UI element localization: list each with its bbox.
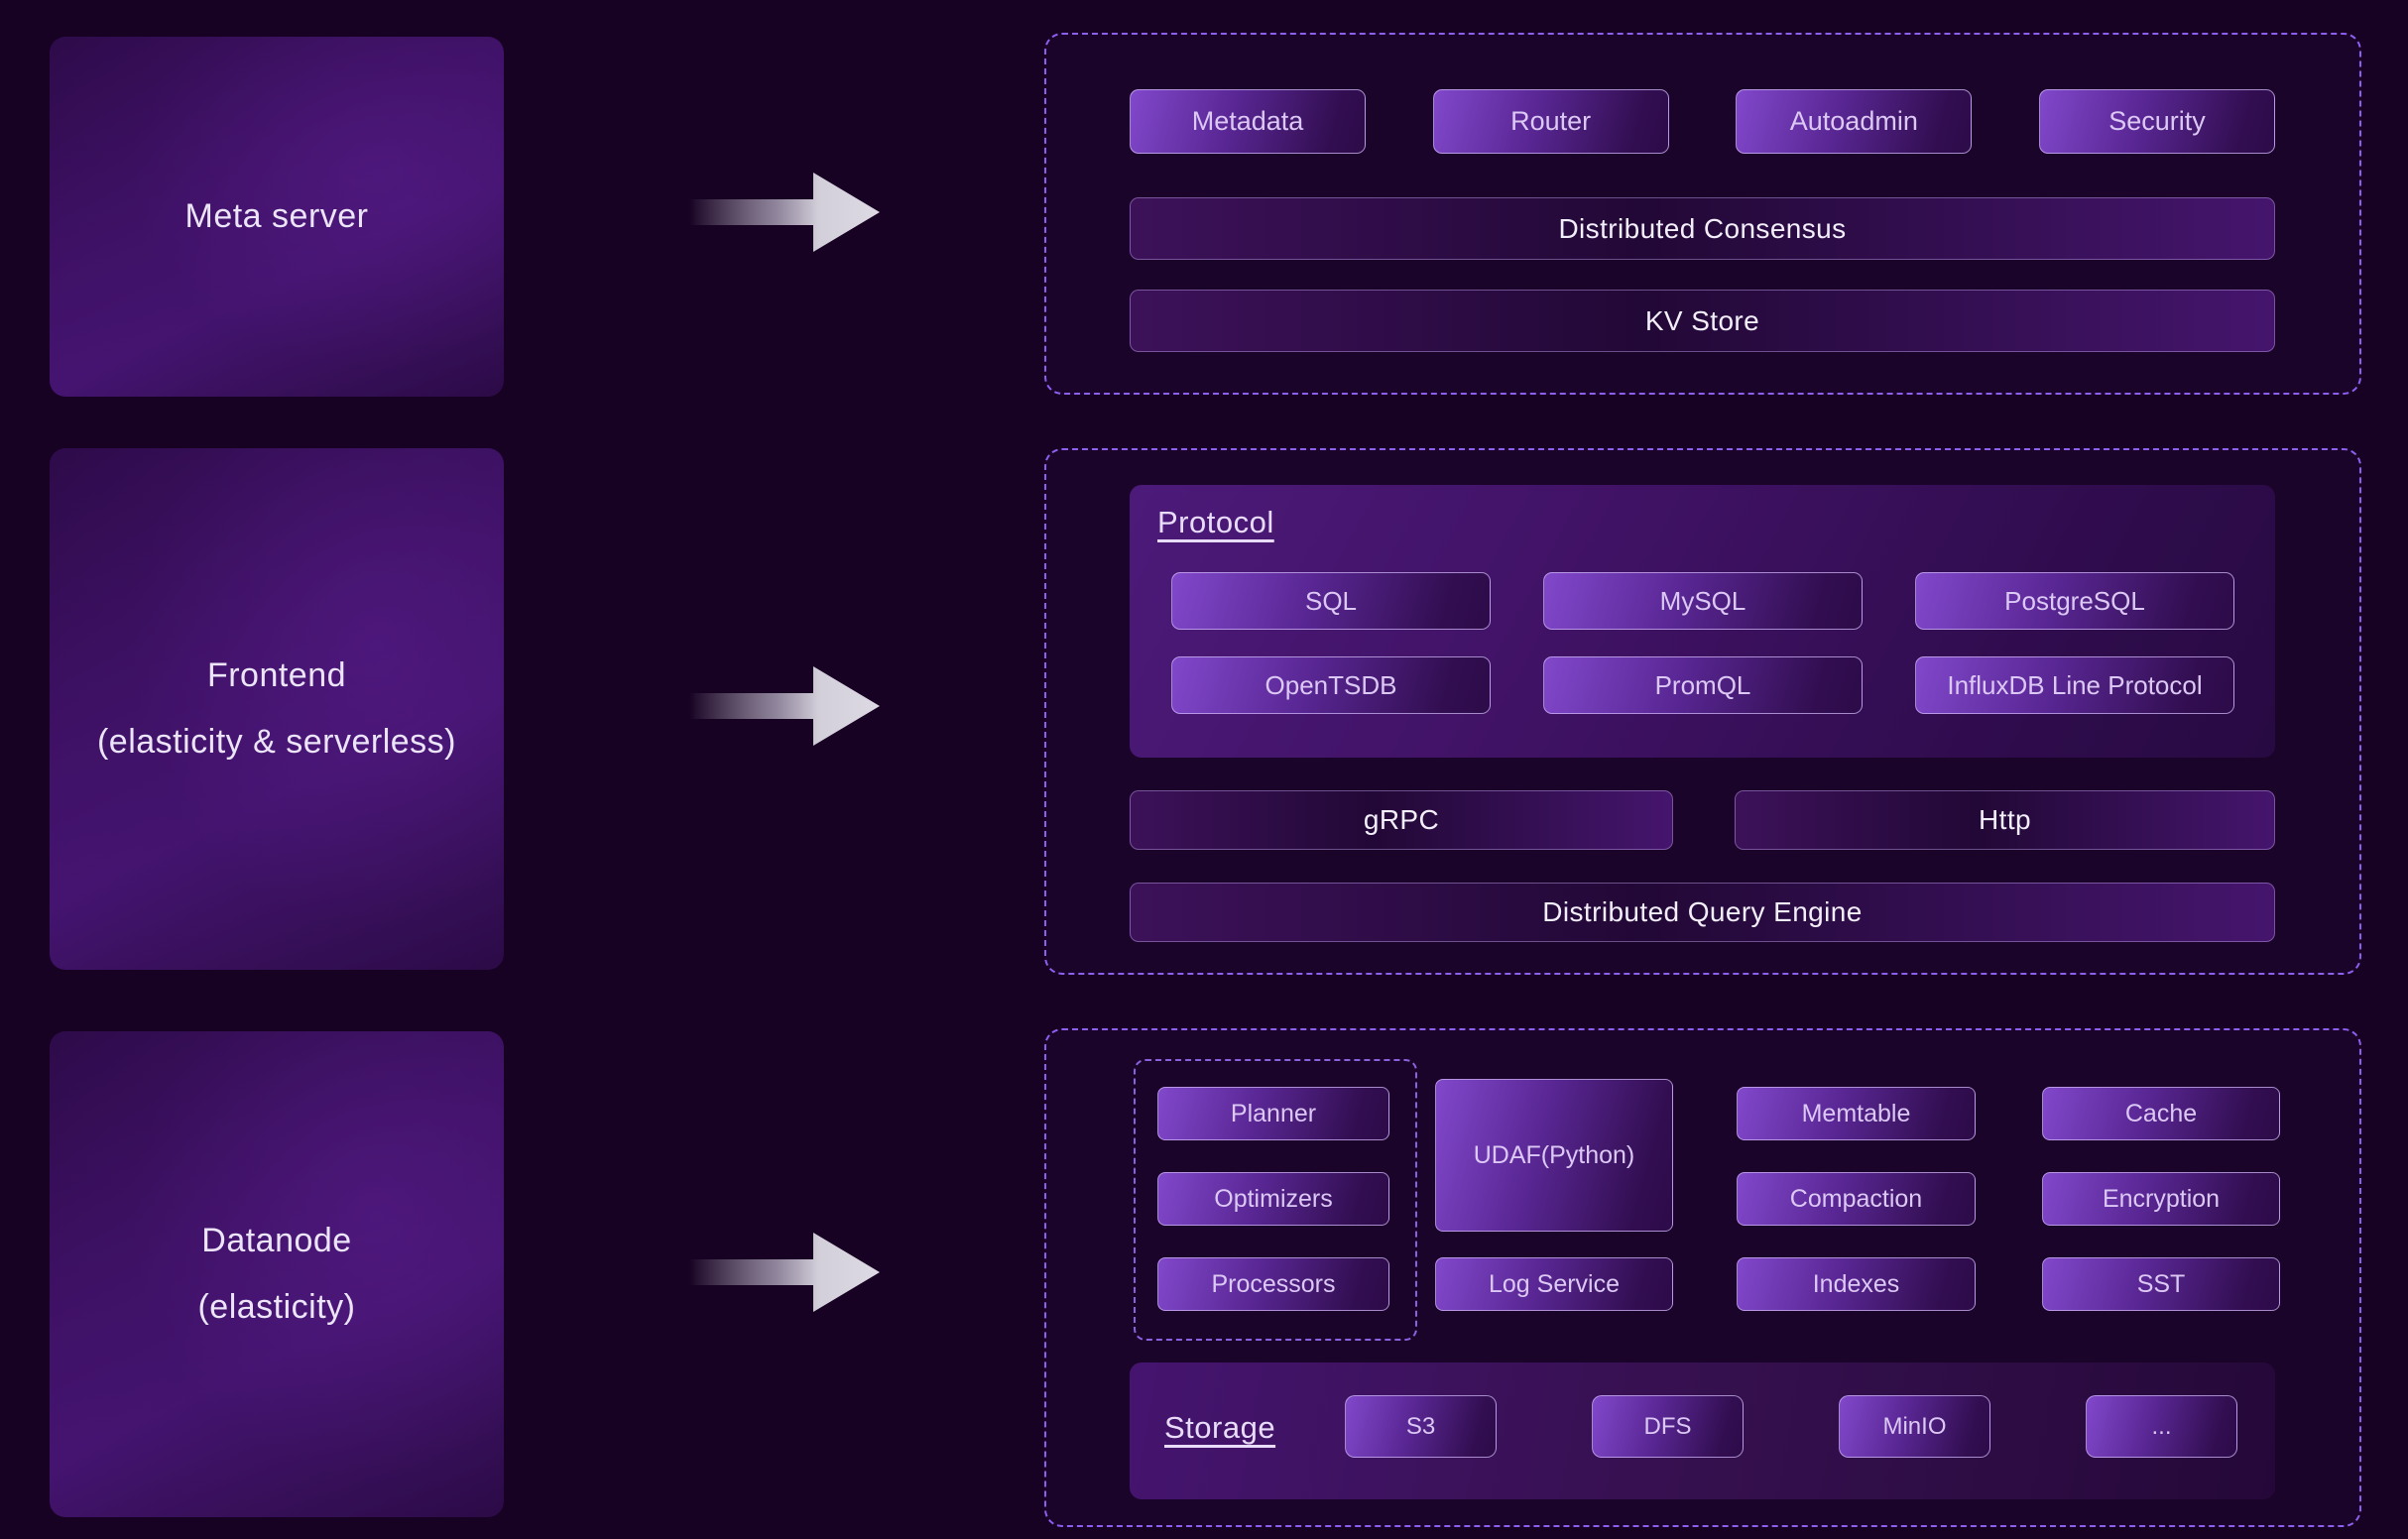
chip-log-service: Log Service <box>1435 1257 1673 1311</box>
chip-opentsdb: OpenTSDB <box>1171 656 1491 714</box>
storage-engine-column: Memtable Compaction Indexes <box>1737 1087 1976 1311</box>
node-datanode: Datanode (elasticity) <box>50 1031 504 1517</box>
chip-optimizers: Optimizers <box>1157 1172 1389 1226</box>
udaf-column: UDAF(Python) Log Service <box>1435 1079 1673 1311</box>
chip-s3: S3 <box>1345 1395 1497 1458</box>
chip-memtable: Memtable <box>1737 1087 1976 1140</box>
node-frontend-sublabel: (elasticity & serverless) <box>97 723 456 762</box>
bar-http: Http <box>1735 790 2275 850</box>
chip-cache: Cache <box>2042 1087 2280 1140</box>
node-frontend-label: Frontend <box>207 656 346 695</box>
chip-influxdb-line-protocol: InfluxDB Line Protocol <box>1915 656 2234 714</box>
chip-processors: Processors <box>1157 1257 1389 1311</box>
aux-column: Cache Encryption SST <box>2042 1087 2280 1311</box>
meta-chip-row: Metadata Router Autoadmin Security <box>1130 89 2275 154</box>
arrow-right-icon <box>689 666 880 746</box>
chip-more: ... <box>2086 1395 2237 1458</box>
section-meta-server: Metadata Router Autoadmin Security Distr… <box>1044 33 2361 395</box>
node-frontend: Frontend (elasticity & serverless) <box>50 448 504 970</box>
architecture-diagram: Meta server Frontend (elasticity & serve… <box>0 0 2408 1539</box>
arrow-right-icon <box>689 1233 880 1312</box>
chip-udaf-python: UDAF(Python) <box>1435 1079 1673 1232</box>
protocol-panel: Protocol SQL MySQL PostgreSQL OpenTSDB P… <box>1130 485 2275 758</box>
protocol-row-1: SQL MySQL PostgreSQL <box>1171 572 2234 630</box>
chip-compaction: Compaction <box>1737 1172 1976 1226</box>
chip-postgresql: PostgreSQL <box>1915 572 2234 630</box>
bar-distributed-consensus: Distributed Consensus <box>1130 197 2275 260</box>
chip-indexes: Indexes <box>1737 1257 1976 1311</box>
chip-promql: PromQL <box>1543 656 1863 714</box>
protocol-title: Protocol <box>1157 505 1274 540</box>
storage-backends-row: S3 DFS MinIO ... <box>1345 1395 2237 1458</box>
bar-grpc: gRPC <box>1130 790 1673 850</box>
planning-column: Planner Optimizers Processors <box>1157 1087 1389 1311</box>
chip-autoadmin: Autoadmin <box>1736 89 1972 154</box>
chip-sql: SQL <box>1171 572 1491 630</box>
section-datanode: Planner Optimizers Processors UDAF(Pytho… <box>1044 1028 2361 1527</box>
chip-sst: SST <box>2042 1257 2280 1311</box>
chip-mysql: MySQL <box>1543 572 1863 630</box>
chip-dfs: DFS <box>1592 1395 1744 1458</box>
chip-router: Router <box>1433 89 1669 154</box>
node-datanode-sublabel: (elasticity) <box>197 1288 355 1327</box>
section-frontend: Protocol SQL MySQL PostgreSQL OpenTSDB P… <box>1044 448 2361 975</box>
chip-encryption: Encryption <box>2042 1172 2280 1226</box>
protocol-row-2: OpenTSDB PromQL InfluxDB Line Protocol <box>1171 656 2234 714</box>
storage-panel: Storage S3 DFS MinIO ... <box>1130 1362 2275 1499</box>
bar-kv-store: KV Store <box>1130 290 2275 352</box>
bar-distributed-query-engine: Distributed Query Engine <box>1130 883 2275 942</box>
node-meta-server-label: Meta server <box>185 197 369 236</box>
storage-title: Storage <box>1164 1410 1275 1446</box>
chip-minio: MinIO <box>1839 1395 1990 1458</box>
chip-planner: Planner <box>1157 1087 1389 1140</box>
node-datanode-label: Datanode <box>201 1222 351 1260</box>
chip-metadata: Metadata <box>1130 89 1366 154</box>
arrow-right-icon <box>689 173 880 252</box>
chip-security: Security <box>2039 89 2275 154</box>
node-meta-server: Meta server <box>50 37 504 397</box>
